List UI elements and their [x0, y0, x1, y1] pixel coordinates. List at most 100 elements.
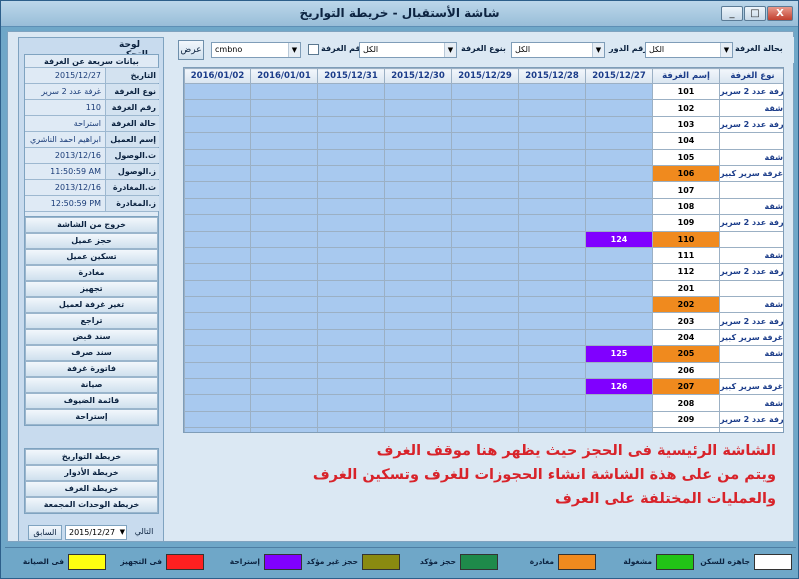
day-cell[interactable]: [184, 279, 251, 298]
day-cell[interactable]: [518, 296, 586, 314]
day-cell[interactable]: [451, 410, 519, 429]
map-nav-button[interactable]: خريطة الغرف: [25, 481, 158, 497]
day-cell[interactable]: [184, 263, 251, 281]
day-cell[interactable]: [184, 115, 251, 134]
day-cell[interactable]: [250, 378, 318, 396]
day-cell[interactable]: [317, 410, 385, 429]
day-cell[interactable]: [585, 263, 653, 281]
day-cell[interactable]: [585, 279, 653, 298]
room-number-cell[interactable]: 208: [652, 394, 720, 412]
day-cell[interactable]: [184, 410, 251, 429]
day-cell[interactable]: [518, 132, 586, 150]
day-cell[interactable]: [184, 427, 251, 432]
day-cell[interactable]: [250, 427, 318, 432]
day-cell[interactable]: [250, 361, 318, 380]
next-button[interactable]: التالي: [130, 525, 158, 540]
day-cell[interactable]: [518, 394, 586, 412]
room-number-cell[interactable]: 102: [652, 99, 720, 117]
day-cell[interactable]: [384, 394, 452, 412]
room-number-cell[interactable]: 207: [652, 378, 720, 396]
day-cell[interactable]: [250, 148, 318, 166]
action-button[interactable]: تجهيز: [25, 281, 158, 297]
show-button[interactable]: عرض: [178, 40, 204, 60]
day-cell[interactable]: [518, 197, 586, 216]
day-cell[interactable]: [250, 99, 318, 117]
room-status-select[interactable]: الكل ▼: [645, 42, 733, 58]
booking-cell[interactable]: 124: [585, 230, 653, 248]
day-cell[interactable]: [384, 328, 452, 347]
day-cell[interactable]: [317, 312, 385, 330]
day-cell[interactable]: [518, 279, 586, 298]
day-cell[interactable]: [384, 279, 452, 298]
day-cell[interactable]: [384, 427, 452, 432]
action-button[interactable]: قائمة الضيوف: [25, 393, 158, 409]
day-cell[interactable]: [451, 394, 519, 412]
day-cell[interactable]: [585, 328, 653, 347]
day-cell[interactable]: [451, 427, 519, 432]
action-button[interactable]: مغادرة: [25, 265, 158, 281]
day-cell[interactable]: [451, 328, 519, 347]
map-nav-button[interactable]: خريطة التواريخ: [25, 449, 158, 465]
day-cell[interactable]: [250, 115, 318, 134]
day-cell[interactable]: [451, 345, 519, 363]
room-number-cell[interactable]: 104: [652, 132, 720, 150]
room-number-cell[interactable]: 201: [652, 279, 720, 298]
day-cell[interactable]: [585, 394, 653, 412]
room-number-cell[interactable]: 203: [652, 312, 720, 330]
day-cell[interactable]: [585, 164, 653, 183]
day-cell[interactable]: [184, 378, 251, 396]
day-cell[interactable]: [184, 164, 251, 183]
day-cell[interactable]: [384, 115, 452, 134]
day-cell[interactable]: [250, 197, 318, 216]
day-cell[interactable]: [184, 328, 251, 347]
day-cell[interactable]: [184, 345, 251, 363]
day-cell[interactable]: [250, 312, 318, 330]
day-cell[interactable]: [585, 197, 653, 216]
day-cell[interactable]: [184, 148, 251, 166]
day-cell[interactable]: [518, 410, 586, 429]
close-button[interactable]: X: [767, 6, 793, 21]
day-cell[interactable]: [250, 345, 318, 363]
day-cell[interactable]: [184, 361, 251, 380]
day-cell[interactable]: [518, 82, 586, 101]
day-cell[interactable]: [317, 115, 385, 134]
day-cell[interactable]: [451, 246, 519, 265]
day-cell[interactable]: [518, 164, 586, 183]
day-cell[interactable]: [317, 148, 385, 166]
day-cell[interactable]: [317, 82, 385, 101]
day-cell[interactable]: [250, 246, 318, 265]
day-cell[interactable]: [451, 181, 519, 199]
day-cell[interactable]: [250, 164, 318, 183]
room-number-cell[interactable]: 107: [652, 181, 720, 199]
day-cell[interactable]: [184, 394, 251, 412]
day-cell[interactable]: [518, 263, 586, 281]
room-type-select[interactable]: الكل ▼: [359, 42, 457, 58]
day-cell[interactable]: [384, 296, 452, 314]
room-number-cell[interactable]: 110: [652, 230, 720, 248]
day-cell[interactable]: [451, 263, 519, 281]
day-cell[interactable]: [585, 132, 653, 150]
day-cell[interactable]: [451, 230, 519, 248]
day-cell[interactable]: [317, 181, 385, 199]
day-cell[interactable]: [585, 312, 653, 330]
booking-cell[interactable]: 126: [585, 378, 653, 396]
day-cell[interactable]: [451, 312, 519, 330]
day-cell[interactable]: [518, 148, 586, 166]
day-cell[interactable]: [384, 82, 452, 101]
action-button[interactable]: سند قبض: [25, 329, 158, 345]
room-number-cell[interactable]: 206: [652, 361, 720, 380]
room-number-cell[interactable]: 106: [652, 164, 720, 183]
chevron-down-icon[interactable]: ▼: [720, 43, 732, 57]
day-cell[interactable]: [451, 99, 519, 117]
day-cell[interactable]: [250, 410, 318, 429]
day-cell[interactable]: [451, 197, 519, 216]
day-cell[interactable]: [317, 214, 385, 232]
chevron-down-icon[interactable]: ▼: [288, 43, 300, 57]
action-button[interactable]: تغير غرفة لعميل: [25, 297, 158, 313]
day-cell[interactable]: [184, 312, 251, 330]
action-button[interactable]: سند صرف: [25, 345, 158, 361]
day-cell[interactable]: [518, 361, 586, 380]
day-cell[interactable]: [384, 345, 452, 363]
chevron-down-icon[interactable]: ▼: [592, 43, 604, 57]
room-number-cell[interactable]: 108: [652, 197, 720, 216]
